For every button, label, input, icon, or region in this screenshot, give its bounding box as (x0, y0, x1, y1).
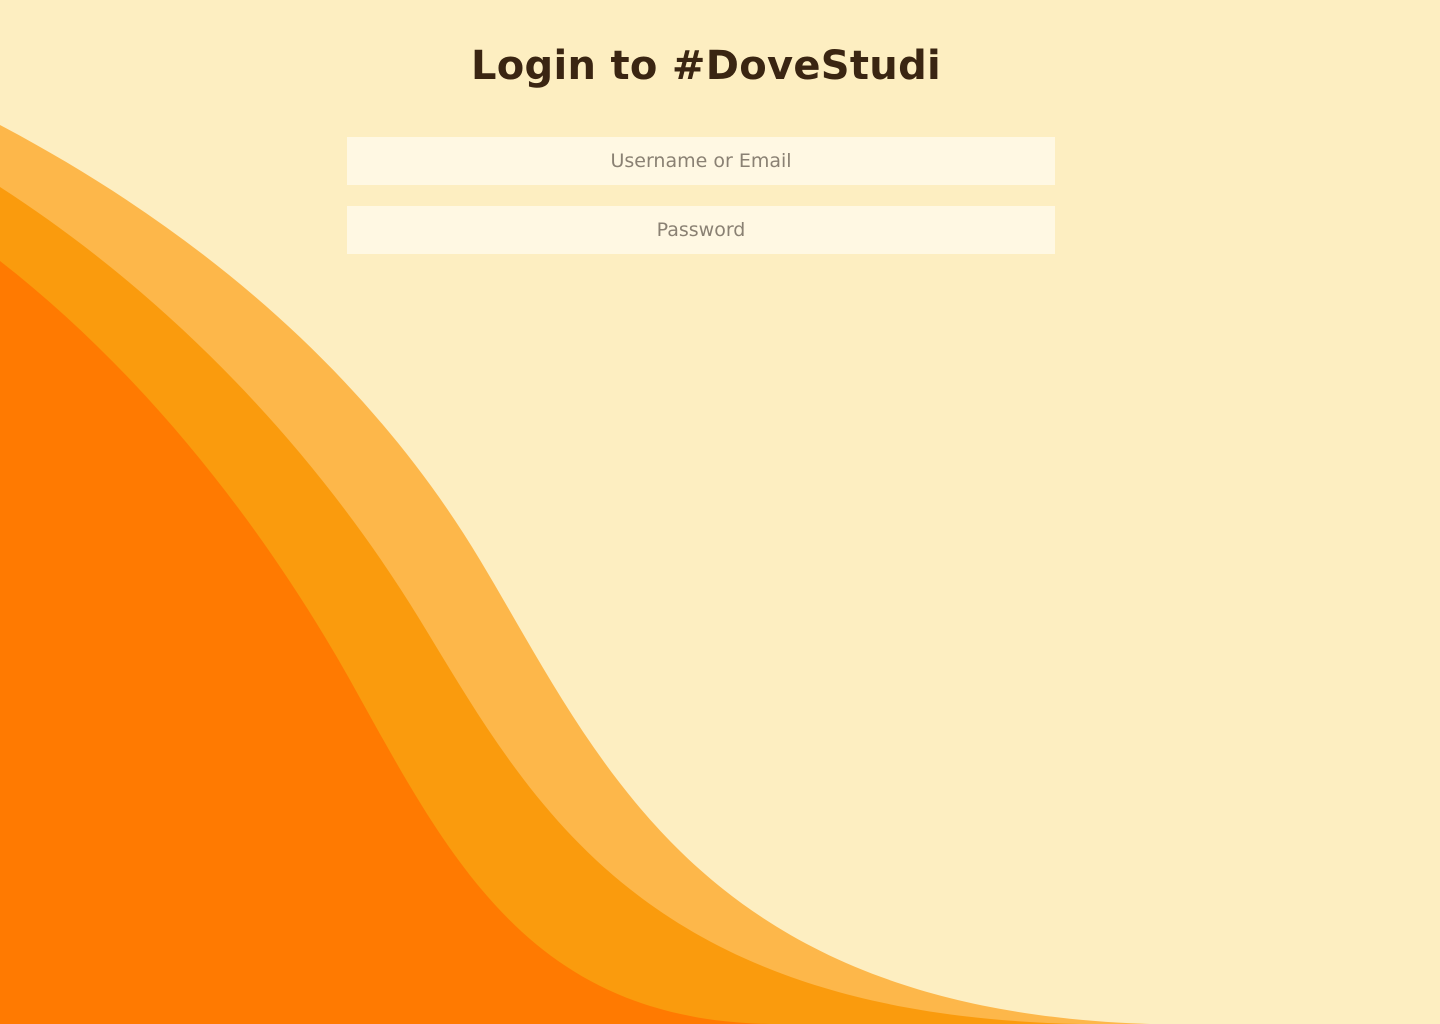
login-form (347, 137, 1055, 275)
username-email-input[interactable] (347, 137, 1055, 185)
password-input[interactable] (347, 206, 1055, 254)
page-title: Login to #DoveStudi (470, 43, 942, 89)
